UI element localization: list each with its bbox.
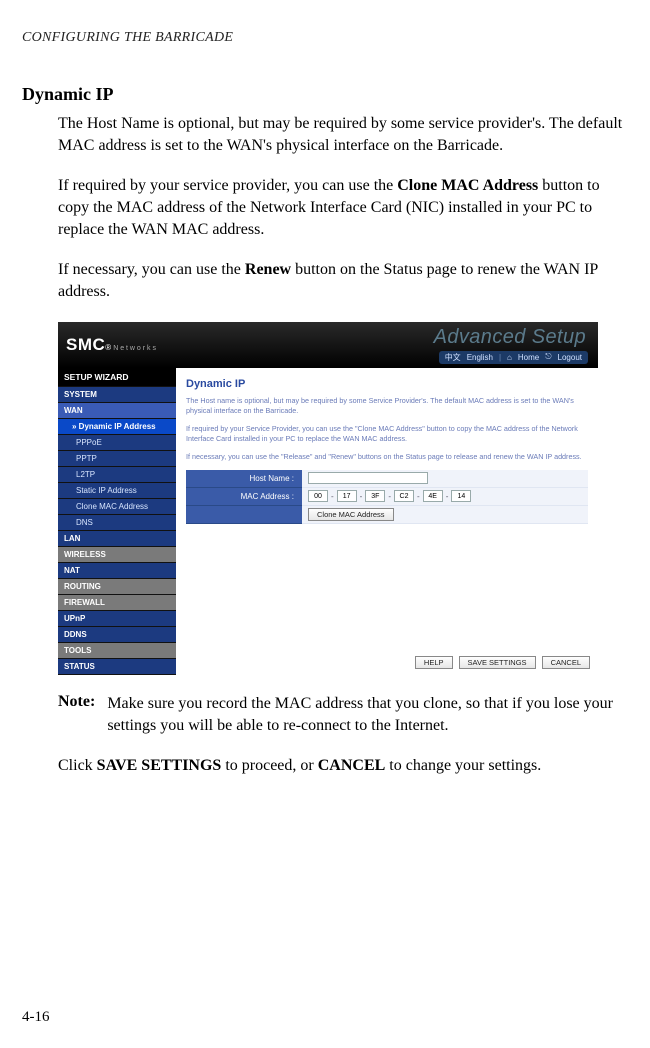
closing-d: to change your settings. — [385, 757, 541, 774]
sidebar: SETUP WIZARD SYSTEM WAN » Dynamic IP Add… — [58, 368, 176, 675]
mac-1[interactable] — [308, 490, 328, 502]
menu-clone-mac[interactable]: Clone MAC Address — [58, 499, 176, 515]
home-icon: ⌂ — [507, 353, 512, 362]
topbar-sep: | — [499, 353, 501, 362]
mac-6[interactable] — [451, 490, 471, 502]
p2-bold: Clone MAC Address — [397, 177, 538, 194]
menu-wireless[interactable]: WIRELESS — [58, 547, 176, 563]
smc-logo: SMC® N e t w o r k s — [66, 335, 156, 355]
logout-icon: ⎋ — [545, 352, 551, 362]
menu-lan[interactable]: LAN — [58, 531, 176, 547]
note-label: Note: — [58, 693, 95, 737]
menu-pppoe[interactable]: PPPoE — [58, 435, 176, 451]
advanced-setup-title: Advanced Setup — [434, 326, 586, 349]
mac-3[interactable] — [365, 490, 385, 502]
logo-sub: N e t w o r k s — [113, 345, 156, 352]
menu-upnp[interactable]: UPnP — [58, 611, 176, 627]
content-panel: Dynamic IP The Host name is optional, bu… — [176, 368, 598, 675]
panel-p1: The Host name is optional, but may be re… — [186, 396, 588, 416]
note-block: Note: Make sure you record the MAC addre… — [22, 693, 628, 737]
menu-tools[interactable]: TOOLS — [58, 643, 176, 659]
menu-status[interactable]: STATUS — [58, 659, 176, 675]
note-text: Make sure you record the MAC address tha… — [107, 693, 628, 737]
paragraph-3: If necessary, you can use the Renew butt… — [22, 259, 628, 303]
section-title: Dynamic IP — [22, 84, 628, 105]
closing-c: to proceed, or — [221, 757, 317, 774]
menu-static-ip[interactable]: Static IP Address — [58, 483, 176, 499]
closing-cancel: CANCEL — [318, 757, 386, 774]
menu-l2tp[interactable]: L2TP — [58, 467, 176, 483]
menu-ddns[interactable]: DDNS — [58, 627, 176, 643]
logout-link[interactable]: Logout — [558, 353, 582, 362]
closing-paragraph: Click SAVE SETTINGS to proceed, or CANCE… — [22, 755, 628, 777]
mac-2[interactable] — [337, 490, 357, 502]
menu-wan[interactable]: WAN — [58, 403, 176, 419]
closing-a: Click — [58, 757, 97, 774]
panel-p2: If required by your Service Provider, yo… — [186, 424, 588, 444]
clone-mac-button[interactable]: Clone MAC Address — [308, 508, 394, 521]
menu-system[interactable]: SYSTEM — [58, 387, 176, 403]
topbar: 中文 English | ⌂ Home ⎋ Logout — [439, 351, 588, 364]
menu-nat[interactable]: NAT — [58, 563, 176, 579]
menu-dynamic-ip[interactable]: » Dynamic IP Address — [58, 419, 176, 435]
p2-a: If required by your service provider, yo… — [58, 177, 397, 194]
running-header: CONFIGURING THE BARRICADE — [22, 30, 628, 46]
menu-firewall[interactable]: FIREWALL — [58, 595, 176, 611]
form-area: Host Name : MAC Address : - - - - - — [186, 470, 588, 524]
cancel-button[interactable]: CANCEL — [542, 656, 590, 669]
lang-zh[interactable]: 中文 — [445, 352, 461, 363]
router-screenshot: SMC® N e t w o r k s Advanced Setup 中文 E… — [58, 322, 598, 675]
page-number: 4-16 — [22, 1009, 50, 1026]
clone-row-pad — [186, 506, 302, 524]
panel-p3: If necessary, you can use the "Release" … — [186, 452, 588, 462]
host-name-label: Host Name : — [186, 470, 302, 488]
p3-bold: Renew — [245, 261, 291, 278]
menu-dynamic-ip-label: Dynamic IP Address — [79, 422, 156, 431]
mac-address-label: MAC Address : — [186, 488, 302, 506]
paragraph-1: The Host Name is optional, but may be re… — [22, 113, 628, 157]
menu-pptp[interactable]: PPTP — [58, 451, 176, 467]
mac-field: - - - - - — [302, 488, 588, 506]
p3-a: If necessary, you can use the — [58, 261, 245, 278]
logo-text: SMC — [66, 335, 105, 355]
mac-5[interactable] — [423, 490, 443, 502]
paragraph-2: If required by your service provider, yo… — [22, 175, 628, 241]
lang-en[interactable]: English — [467, 353, 493, 362]
logo-reg: ® — [105, 343, 111, 352]
screenshot-body: SETUP WIZARD SYSTEM WAN » Dynamic IP Add… — [58, 368, 598, 675]
host-name-input[interactable] — [308, 472, 428, 484]
help-button[interactable]: HELP — [415, 656, 453, 669]
panel-title: Dynamic IP — [186, 378, 588, 390]
home-link[interactable]: Home — [518, 353, 539, 362]
menu-routing[interactable]: ROUTING — [58, 579, 176, 595]
screenshot-header: SMC® N e t w o r k s Advanced Setup 中文 E… — [58, 322, 598, 368]
menu-setup-wizard[interactable]: SETUP WIZARD — [58, 368, 176, 387]
mac-4[interactable] — [394, 490, 414, 502]
closing-save: SAVE SETTINGS — [97, 757, 222, 774]
bottom-buttons: HELP SAVE SETTINGS CANCEL — [415, 656, 590, 669]
save-settings-button[interactable]: SAVE SETTINGS — [459, 656, 536, 669]
menu-dns[interactable]: DNS — [58, 515, 176, 531]
